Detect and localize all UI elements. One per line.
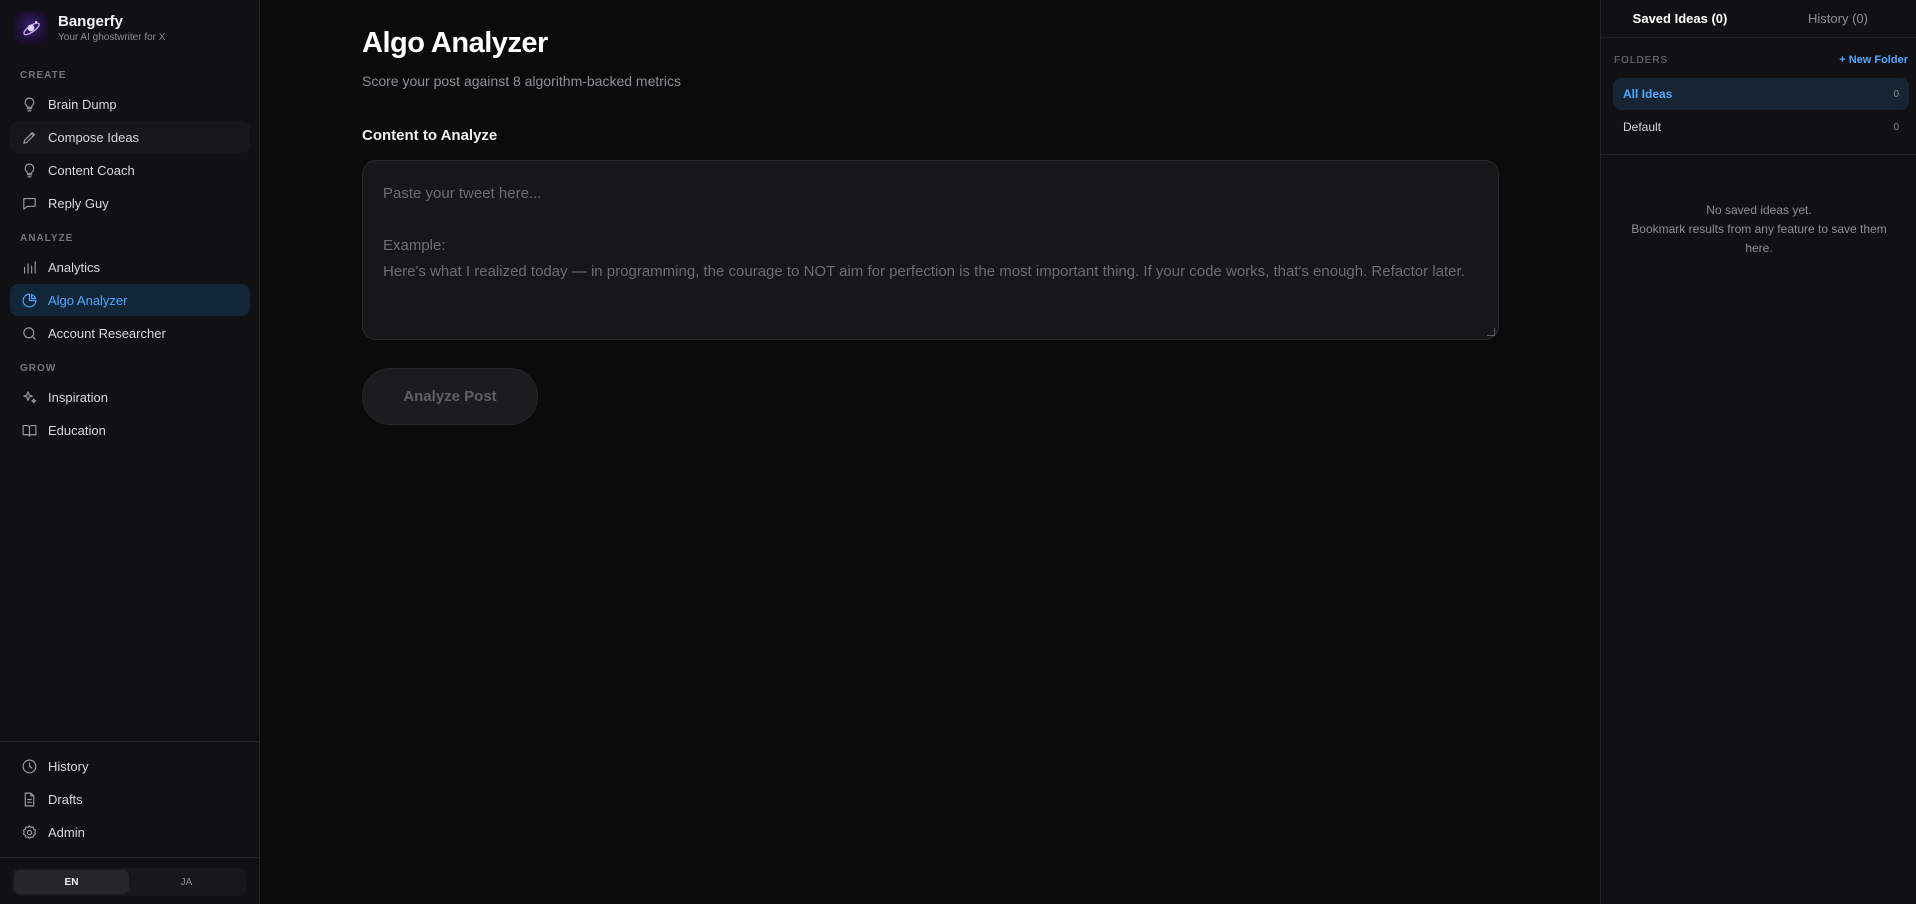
clock-icon [20, 757, 38, 775]
folder-all-ideas[interactable]: All Ideas 0 [1613, 78, 1909, 110]
brand[interactable]: Bangerfy Your AI ghostwriter for X [14, 10, 165, 46]
section-label-analyze: ANALYZE [20, 233, 74, 244]
brand-name: Bangerfy [58, 12, 124, 30]
textarea-placeholder: Paste your tweet here... Example: Here's… [383, 185, 1465, 280]
section-label-create: CREATE [20, 70, 67, 81]
sidebar-item-label: Drafts [48, 791, 83, 807]
folder-count: 0 [1893, 88, 1899, 100]
sidebar-item-label: Education [48, 422, 106, 438]
chat-icon [20, 194, 38, 212]
gear-icon [20, 823, 38, 841]
sidebar-item-label: Analytics [48, 259, 101, 275]
sidebar-item-education[interactable]: Education [10, 414, 250, 446]
brand-tagline: Your AI ghostwriter for X [58, 31, 166, 43]
sidebar-item-content-coach[interactable]: Content Coach [10, 154, 250, 186]
sidebar-item-admin[interactable]: Admin [10, 816, 250, 848]
tab-saved-ideas[interactable]: Saved Ideas (0) [1601, 0, 1759, 37]
sidebar-item-compose-ideas[interactable]: Compose Ideas [10, 121, 250, 153]
sidebar-item-label: Reply Guy [48, 195, 109, 211]
sidebar-item-label: Admin [48, 824, 85, 840]
folder-count: 0 [1893, 121, 1899, 133]
empty-state: No saved ideas yet. Bookmark results fro… [1621, 201, 1897, 258]
language-en-button[interactable]: EN [14, 870, 129, 894]
panel-divider [1601, 154, 1916, 155]
search-icon [20, 324, 38, 342]
sidebar-item-drafts[interactable]: Drafts [10, 783, 250, 815]
sidebar-item-history[interactable]: History [10, 750, 250, 782]
folder-name: All Ideas [1623, 87, 1673, 101]
logo-icon [14, 11, 48, 45]
book-icon [20, 421, 38, 439]
sidebar-item-label: Algo Analyzer [48, 292, 128, 308]
folders-label: FOLDERS [1614, 55, 1669, 66]
pencil-icon [20, 128, 38, 146]
sidebar-item-label: Compose Ideas [48, 129, 140, 145]
tab-history[interactable]: History (0) [1759, 0, 1916, 37]
page-subtitle: Score your post against 8 algorithm-back… [362, 73, 682, 89]
page-title: Algo Analyzer [362, 27, 548, 59]
empty-title: No saved ideas yet. [1706, 203, 1812, 217]
sidebar-item-label: Brain Dump [48, 96, 117, 112]
section-label-grow: GROW [20, 363, 57, 374]
sidebar-divider [0, 857, 260, 858]
folder-name: Default [1623, 120, 1662, 134]
bulb-icon [20, 161, 38, 179]
sidebar-item-algo-analyzer[interactable]: Algo Analyzer [10, 284, 250, 316]
main-content: Algo Analyzer Score your post against 8 … [261, 0, 1600, 904]
content-label: Content to Analyze [362, 127, 498, 144]
bar-chart-icon [20, 258, 38, 276]
saved-ideas-panel: Saved Ideas (0) History (0) FOLDERS + Ne… [1600, 0, 1916, 904]
content-textarea[interactable]: Paste your tweet here... Example: Here's… [362, 160, 1499, 340]
panel-tabs: Saved Ideas (0) History (0) [1601, 0, 1916, 38]
sidebar-item-label: Content Coach [48, 162, 135, 178]
analyze-post-button[interactable]: Analyze Post [362, 368, 538, 425]
sparkles-icon [20, 388, 38, 406]
resize-handle[interactable] [1487, 328, 1495, 336]
empty-hint: Bookmark results from any feature to sav… [1631, 222, 1887, 255]
language-ja-button[interactable]: JA [129, 870, 244, 894]
sidebar-item-account-researcher[interactable]: Account Researcher [10, 317, 250, 349]
folder-default[interactable]: Default 0 [1613, 111, 1909, 143]
sidebar-item-label: Inspiration [48, 389, 108, 405]
sidebar-item-label: Account Researcher [48, 325, 166, 341]
sidebar: Bangerfy Your AI ghostwriter for X CREAT… [0, 0, 260, 904]
sidebar-item-analytics[interactable]: Analytics [10, 251, 250, 283]
document-icon [20, 790, 38, 808]
sidebar-item-brain-dump[interactable]: Brain Dump [10, 88, 250, 120]
new-folder-button[interactable]: + New Folder [1839, 54, 1908, 66]
sidebar-item-inspiration[interactable]: Inspiration [10, 381, 250, 413]
sidebar-divider [0, 741, 260, 742]
sidebar-item-reply-guy[interactable]: Reply Guy [10, 187, 250, 219]
language-switch: EN JA [12, 868, 246, 896]
sidebar-item-label: History [48, 758, 89, 774]
lightbulb-icon [20, 95, 38, 113]
pie-chart-icon [20, 291, 38, 309]
